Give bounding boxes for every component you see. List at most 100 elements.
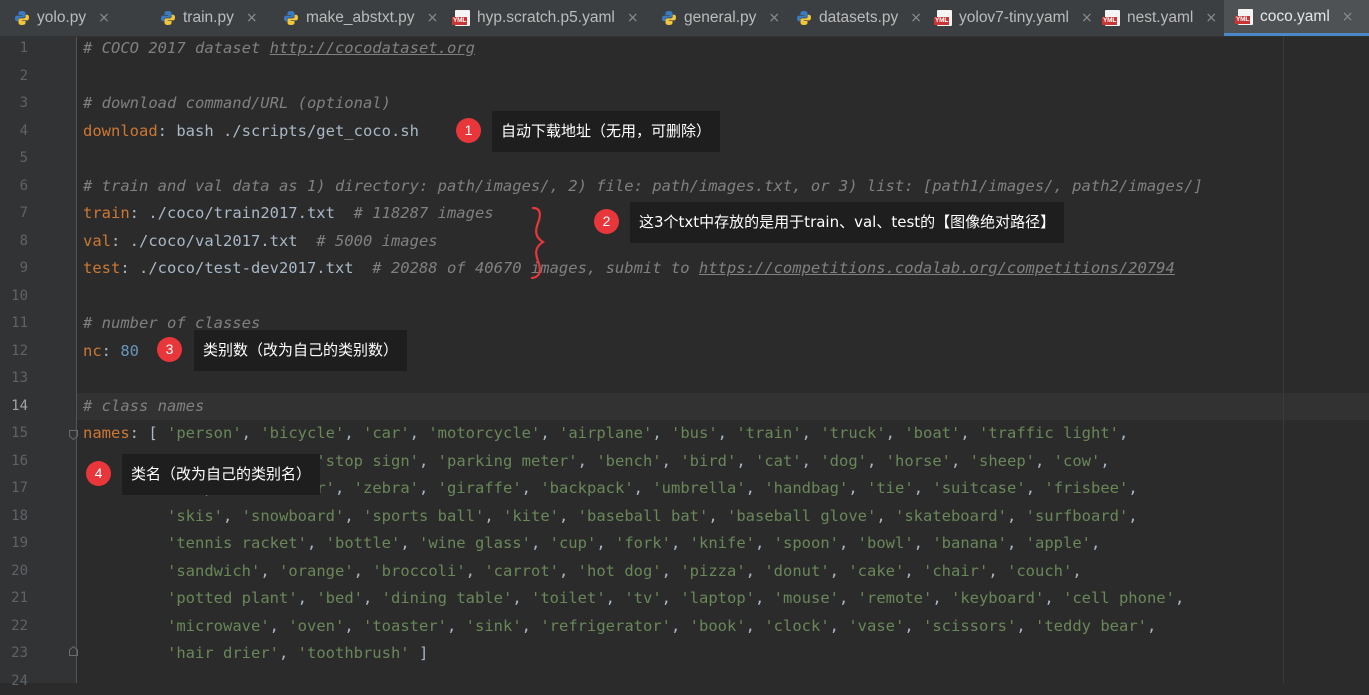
tab-label: yolov7-tiny.yaml [959,9,1069,27]
code-line[interactable]: nc: 80 [83,338,139,366]
code-text: , [662,562,681,580]
code-string: 'refrigerator' [540,617,671,635]
code-text: : ./coco/train2017.txt [130,204,354,222]
tab-train-py[interactable]: train.py × [146,0,269,36]
code-text: , [344,424,363,442]
code-line[interactable]: 'potted plant', 'bed', 'dining table', '… [83,585,1184,613]
line-number: 5 [0,145,28,173]
code-text: , [344,617,363,635]
tab-yolo-py[interactable]: yolo.py × [0,0,146,36]
line-number: 19 [0,530,28,558]
code-line[interactable]: names: [ 'person', 'bicycle', 'car', 'mo… [83,420,1128,448]
code-text: , [512,589,531,607]
line-number: 17 [0,475,28,503]
code-text: , [662,589,681,607]
code-text [83,534,167,552]
python-file-icon [661,10,677,26]
code-line[interactable]: # class names [83,393,204,421]
code-line[interactable]: # download command/URL (optional) [83,90,391,118]
code-line[interactable]: val: ./coco/val2017.txt # 5000 images [83,228,438,256]
code-text: , [578,452,597,470]
code-string: 'bowl' [858,534,914,552]
code-text: , [410,424,429,442]
code-link[interactable]: https://competitions.codalab.org/competi… [699,259,1175,277]
code-text: , [951,452,970,470]
code-string: 'tennis racket' [167,534,307,552]
code-text: , [652,424,671,442]
yaml-file-icon: YML [1238,9,1253,25]
close-icon[interactable]: × [427,10,439,26]
code-text: , [988,562,1007,580]
yaml-icon-text: YML [452,17,467,25]
tab-yolov7-tiny-yaml[interactable]: YMLyolov7-tiny.yaml× [923,0,1091,36]
line-number: 4 [0,118,28,146]
code-text: , [363,589,382,607]
code-string: 'fork' [615,534,671,552]
yaml-icon-text: YML [934,17,949,25]
code-text: , [802,424,821,442]
code-string: 'airplane' [559,424,652,442]
code-text: , [1035,452,1054,470]
code-string: 'sandwich' [167,562,260,580]
tab-label: coco.yaml [1260,8,1330,26]
code-string: 'skateboard' [895,507,1007,525]
close-icon[interactable]: × [246,10,258,26]
yaml-file-icon: YML [937,10,952,26]
python-file-icon [14,10,30,26]
code-string: 'dog' [820,452,867,470]
code-line[interactable]: 'sandwich', 'orange', 'broccoli', 'carro… [83,558,1082,586]
close-icon[interactable]: × [627,10,639,26]
tab-datasets-py[interactable]: datasets.py× [782,0,923,36]
code-line[interactable]: # train and val data as 1) directory: pa… [83,173,1203,201]
code-string: 'donut' [764,562,829,580]
code-text: , [335,479,354,497]
code-string: 'laptop' [680,589,755,607]
line-number: 13 [0,365,28,393]
tab-coco-yaml[interactable]: YML coco.yaml × [1224,0,1369,36]
code-text [83,617,167,635]
tab-make-abstxt-py[interactable]: make_abstxt.py× [269,0,441,36]
code-string: 'remote' [858,589,933,607]
close-icon[interactable]: × [768,10,780,26]
code-string: 'sheep' [970,452,1035,470]
curly-brace-mark [527,205,553,281]
code-string: 'tie' [867,479,914,497]
tab-hyp-scratch-p5-yaml[interactable]: YMLhyp.scratch.p5.yaml× [441,0,647,36]
code-line[interactable]: 'skis', 'snowboard', 'sports ball', 'kit… [83,503,1138,531]
code-text: , [914,534,933,552]
tab-nest-yaml[interactable]: YMLnest.yaml× [1091,0,1224,36]
code-string: 'bird' [680,452,736,470]
code-string: 'chair' [923,562,988,580]
close-icon[interactable]: × [98,10,110,26]
close-icon[interactable]: × [1205,10,1217,26]
code-line[interactable]: # COCO 2017 dataset http://cocodataset.o… [83,35,475,63]
line-number: 15 [0,420,28,448]
close-icon[interactable]: × [910,10,922,26]
code-text [83,562,167,580]
code-line[interactable]: train: ./coco/train2017.txt # 118287 ima… [83,200,494,228]
line-number: 2 [0,63,28,91]
tab-label: yolo.py [37,9,86,27]
line-number: 3 [0,90,28,118]
code-text: , [755,589,774,607]
code-string: 'suitcase' [932,479,1025,497]
code-line[interactable]: 'microwave', 'oven', 'toaster', 'sink', … [83,613,1156,641]
code-text: , [746,479,765,497]
annotation-badge-1: 1 [456,118,481,143]
code-line[interactable]: test: ./coco/test-dev2017.txt # 20288 of… [83,255,1175,283]
code-key: test [83,259,120,277]
code-link[interactable]: http://cocodataset.org [270,39,475,57]
code-string: 'zebra' [354,479,419,497]
code-string: 'snowboard' [242,507,345,525]
code-text: , [1091,534,1100,552]
close-icon[interactable]: × [1342,9,1354,25]
code-string: 'apple' [1026,534,1091,552]
code-string: 'bus' [671,424,718,442]
code-line[interactable]: download: bash ./scripts/get_coco.sh [83,118,419,146]
code-line[interactable]: 'hair drier', 'toothbrush' ] [83,640,428,668]
tab-label: train.py [183,9,234,27]
code-number: 80 [120,342,139,360]
code-text: , [1147,617,1156,635]
code-line[interactable]: 'tennis racket', 'bottle', 'wine glass',… [83,530,1100,558]
tab-general-py[interactable]: general.py× [647,0,782,36]
